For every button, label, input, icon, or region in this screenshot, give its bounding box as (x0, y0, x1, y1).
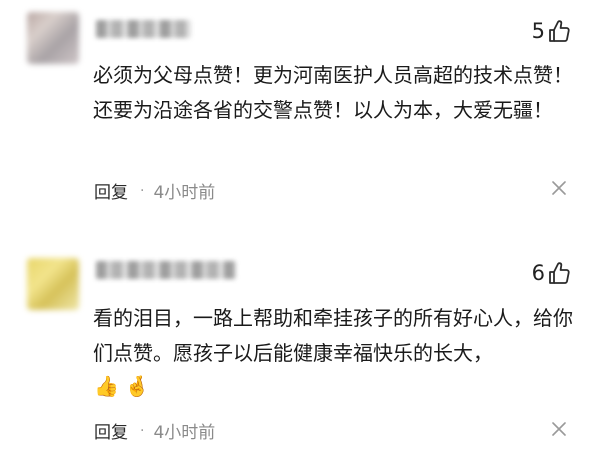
close-icon[interactable] (552, 181, 566, 195)
like-button[interactable]: 6 (532, 260, 570, 286)
avatar[interactable] (27, 258, 79, 310)
thumbs-up-emoji-icon: 👍 (94, 374, 119, 398)
like-button[interactable]: 5 (532, 18, 570, 44)
separator-dot: · (140, 182, 145, 199)
avatar[interactable] (27, 12, 79, 64)
comment-item: 6 看的泪目，一路上帮助和牵挂孩子的所有好心人，给你们点赞。愿孩子以后能健康幸福… (0, 228, 600, 449)
emoji-row: 👍 🤞 (94, 374, 150, 398)
like-count: 5 (531, 19, 545, 43)
comment-text: 必须为父母点赞！更为河南医护人员高超的技术点赞！还要为沿途各省的交警点赞！以人为… (93, 63, 573, 122)
comment-meta: 回复 · 4小时前 (94, 178, 216, 204)
like-count: 6 (531, 261, 545, 285)
crossed-fingers-emoji-icon: 🤞 (124, 374, 150, 398)
username-blurred[interactable] (96, 20, 191, 38)
comment-item: 5 必须为父母点赞！更为河南医护人员高超的技术点赞！还要为沿途各省的交警点赞！以… (0, 0, 600, 228)
separator-dot: · (140, 422, 145, 439)
timestamp: 4小时前 (153, 423, 216, 443)
close-icon[interactable] (552, 422, 566, 436)
comment-text: 看的泪目，一路上帮助和牵挂孩子的所有好心人，给你们点赞。愿孩子以后能健康幸福快乐… (93, 306, 573, 365)
thumbs-up-icon (549, 20, 570, 42)
timestamp: 4小时前 (153, 183, 216, 203)
username-blurred[interactable] (96, 261, 236, 279)
thumbs-up-icon (549, 262, 570, 284)
reply-button[interactable]: 回复 (94, 178, 128, 203)
comment-meta: 回复 · 4小时前 (94, 418, 216, 444)
reply-button[interactable]: 回复 (94, 418, 128, 443)
